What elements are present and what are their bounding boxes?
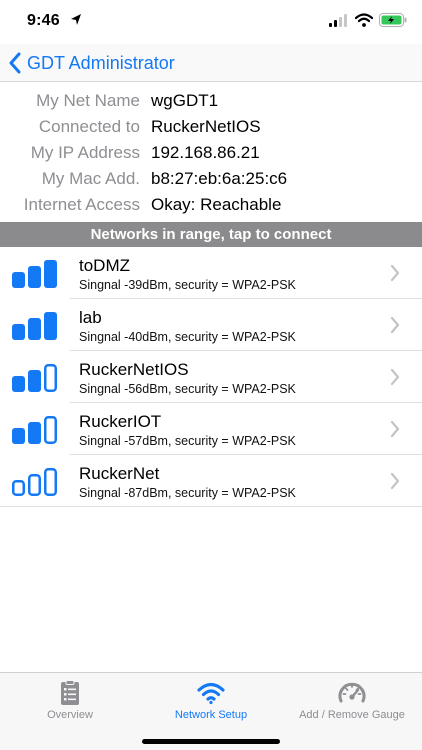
info-row-connected-to: Connected to RuckerNetIOS xyxy=(0,114,422,140)
signal-strength-icon xyxy=(12,416,57,444)
network-row[interactable]: RuckerIOT Singnal -57dBm, security = WPA… xyxy=(0,403,422,455)
signal-bar xyxy=(44,364,57,392)
chevron-right-icon xyxy=(390,369,400,385)
speedometer-gauge-icon xyxy=(338,682,366,703)
signal-strength-icon xyxy=(12,312,57,340)
network-detail: Singnal -40dBm, security = WPA2-PSK xyxy=(79,330,296,344)
info-row-internet-access: Internet Access Okay: Reachable xyxy=(0,192,422,218)
info-row-mac-address: My Mac Add. b8:27:eb:6a:25:c6 xyxy=(0,166,422,192)
signal-bar xyxy=(28,370,41,392)
signal-bar xyxy=(28,422,41,444)
signal-bar xyxy=(44,468,57,496)
info-label: Internet Access xyxy=(23,195,140,214)
navigation-bar: GDT Administrator xyxy=(0,44,422,82)
networks-section-header: Networks in range, tap to connect xyxy=(0,222,422,247)
home-indicator xyxy=(142,739,280,744)
network-row[interactable]: RuckerNet Singnal -87dBm, security = WPA… xyxy=(0,455,422,507)
wifi-icon xyxy=(197,682,225,705)
back-button-label: GDT Administrator xyxy=(27,52,175,73)
signal-bar xyxy=(12,376,25,392)
signal-bar xyxy=(12,428,25,444)
network-detail: Singnal -87dBm, security = WPA2-PSK xyxy=(79,486,296,500)
signal-bar xyxy=(12,324,25,340)
network-row[interactable]: toDMZ Singnal -39dBm, security = WPA2-PS… xyxy=(0,247,422,299)
status-bar: 9:46 xyxy=(0,0,422,44)
chevron-right-icon xyxy=(390,265,400,281)
signal-bar xyxy=(12,272,25,288)
network-name: toDMZ xyxy=(79,256,130,275)
info-label: My Net Name xyxy=(36,91,140,110)
network-detail: Singnal -56dBm, security = WPA2-PSK xyxy=(79,382,296,396)
tab-label: Add / Remove Gauge xyxy=(299,709,405,721)
status-time: 9:46 xyxy=(27,12,60,29)
chevron-right-icon xyxy=(390,317,400,333)
info-value: RuckerNetIOS xyxy=(151,117,261,136)
chevron-right-icon xyxy=(390,421,400,437)
signal-bar xyxy=(28,318,41,340)
clipboard-list-icon xyxy=(61,680,79,705)
network-list: toDMZ Singnal -39dBm, security = WPA2-PS… xyxy=(0,247,422,507)
tab-overview[interactable]: Overview xyxy=(0,673,140,723)
tab-network-setup[interactable]: Network Setup xyxy=(140,673,282,723)
network-row[interactable]: lab Singnal -40dBm, security = WPA2-PSK xyxy=(0,299,422,351)
row-divider xyxy=(0,506,422,507)
signal-bar xyxy=(44,416,57,444)
info-label: My IP Address xyxy=(30,143,140,162)
info-value: 192.168.86.21 xyxy=(151,143,260,162)
signal-bar xyxy=(28,474,41,496)
wifi-icon xyxy=(355,13,373,27)
info-label: My Mac Add. xyxy=(41,169,140,188)
info-value: Okay: Reachable xyxy=(151,195,282,214)
network-name: RuckerNetIOS xyxy=(79,360,189,379)
info-row-ip-address: My IP Address 192.168.86.21 xyxy=(0,140,422,166)
network-row[interactable]: RuckerNetIOS Singnal -56dBm, security = … xyxy=(0,351,422,403)
connection-info: My Net Name wgGDT1 Connected to RuckerNe… xyxy=(0,88,422,218)
info-value: wgGDT1 xyxy=(151,91,219,110)
chevron-left-icon xyxy=(9,52,21,74)
signal-strength-icon xyxy=(12,260,57,288)
network-name: RuckerIOT xyxy=(79,412,162,431)
network-name: RuckerNet xyxy=(79,464,160,483)
tab-add-remove-gauge[interactable]: Add / Remove Gauge xyxy=(282,673,422,723)
signal-bar xyxy=(44,260,57,288)
network-detail: Singnal -57dBm, security = WPA2-PSK xyxy=(79,434,296,448)
location-arrow-icon xyxy=(71,14,81,25)
info-value: b8:27:eb:6a:25:c6 xyxy=(151,169,288,188)
signal-strength-icon xyxy=(12,364,57,392)
chevron-right-icon xyxy=(390,473,400,489)
network-name: lab xyxy=(79,308,102,327)
tab-label: Overview xyxy=(47,709,93,721)
cellular-signal-icon xyxy=(329,14,347,27)
battery-charging-icon xyxy=(379,13,407,27)
signal-bar xyxy=(28,266,41,288)
network-detail: Singnal -39dBm, security = WPA2-PSK xyxy=(79,278,296,292)
info-label: Connected to xyxy=(38,117,140,136)
signal-bar xyxy=(44,312,57,340)
info-row-net-name: My Net Name wgGDT1 xyxy=(0,88,422,114)
signal-strength-icon xyxy=(12,468,57,496)
back-button[interactable]: GDT Administrator xyxy=(8,50,175,76)
signal-bar xyxy=(12,480,25,496)
tab-label: Network Setup xyxy=(174,709,248,721)
